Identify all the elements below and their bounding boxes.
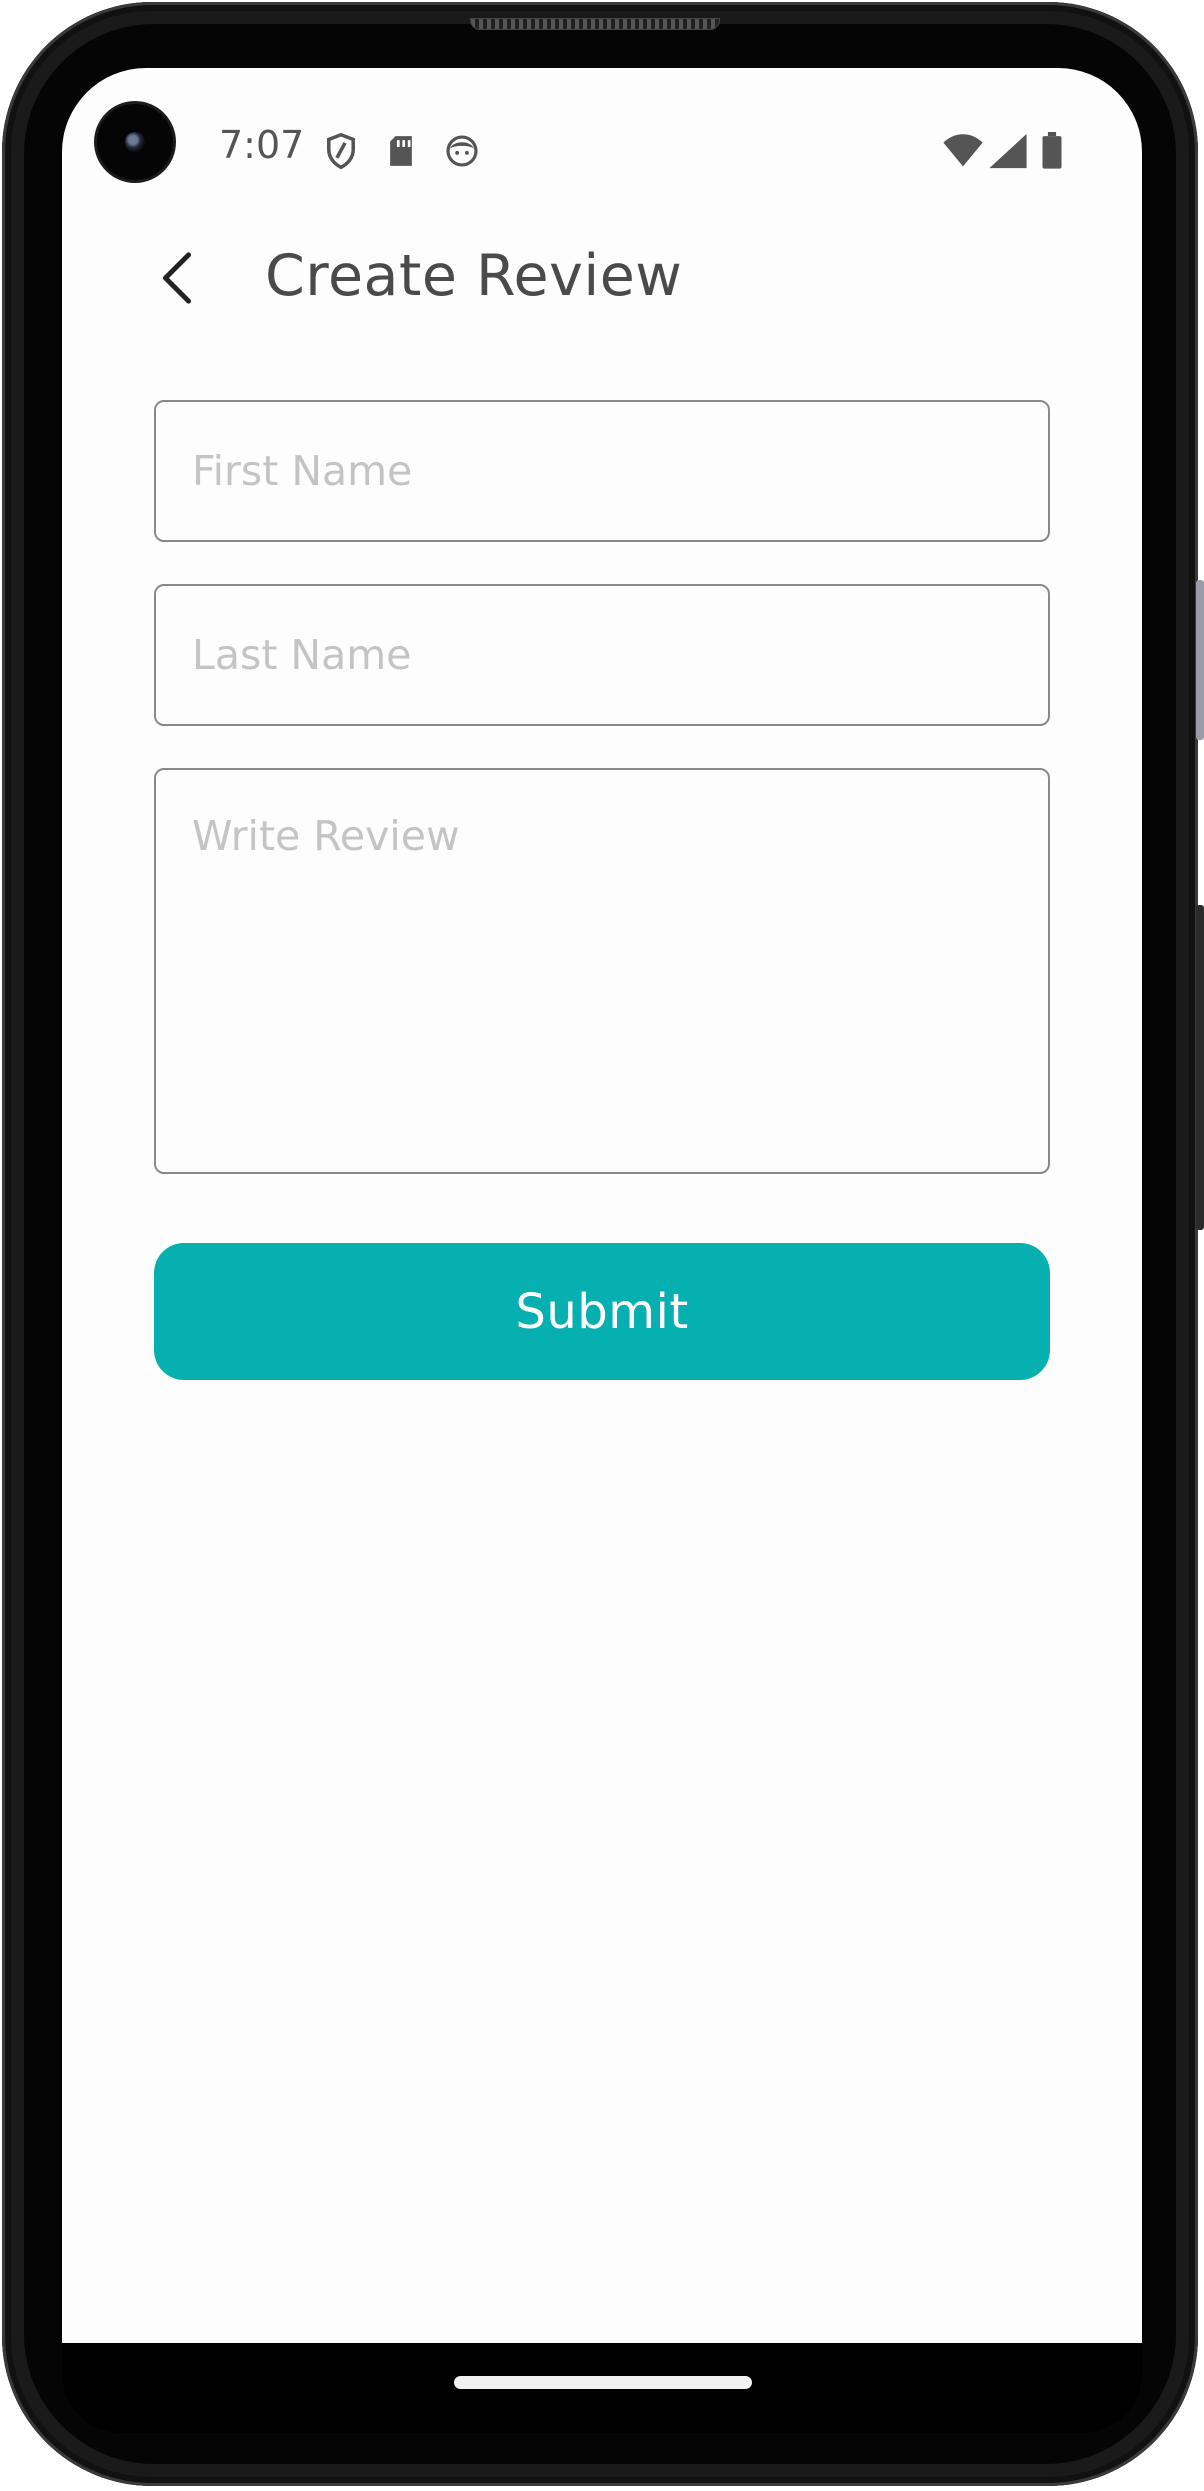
back-button[interactable]	[142, 238, 212, 318]
app-screen: 7:07 Create Review First Name Last Name …	[62, 68, 1142, 2343]
face-icon	[445, 132, 479, 170]
submit-button[interactable]: Submit	[154, 1243, 1050, 1380]
sd-card-icon	[384, 132, 418, 170]
shield-icon	[324, 132, 358, 170]
camera-lens	[125, 132, 145, 152]
status-time: 7:07	[219, 123, 305, 167]
earpiece-speaker	[470, 18, 720, 30]
battery-icon	[1039, 132, 1065, 170]
cellular-signal-icon	[988, 132, 1028, 170]
page-title: Create Review	[265, 243, 683, 309]
wifi-icon	[942, 132, 984, 170]
write-review-field[interactable]	[154, 768, 1050, 1174]
first-name-field[interactable]	[154, 400, 1050, 542]
volume-button	[1196, 580, 1204, 740]
chevron-left-icon	[162, 252, 192, 304]
last-name-field[interactable]	[154, 584, 1050, 726]
gesture-nav-bar	[62, 2343, 1142, 2433]
front-camera	[97, 104, 173, 180]
home-indicator[interactable]	[454, 2376, 752, 2389]
power-button	[1196, 905, 1204, 1230]
